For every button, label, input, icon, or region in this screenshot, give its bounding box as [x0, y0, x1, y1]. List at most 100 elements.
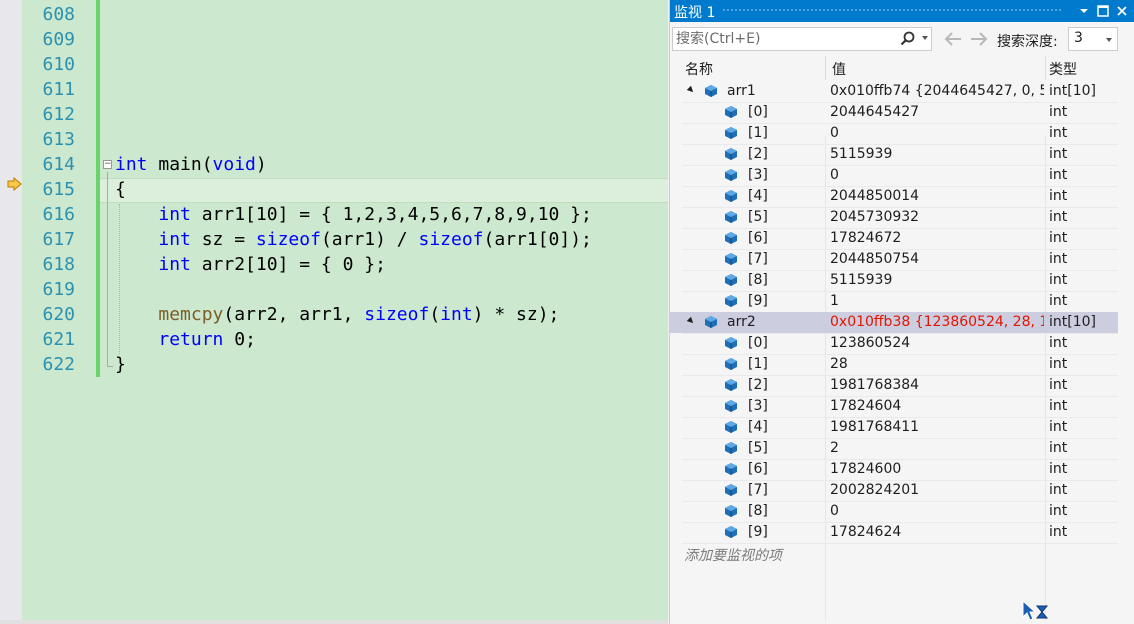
code-line[interactable]: 622}	[0, 352, 668, 377]
code-line[interactable]: 619	[0, 277, 668, 302]
search-icon[interactable]	[899, 30, 917, 48]
watch-name[interactable]: [4]	[748, 186, 768, 207]
watch-name[interactable]: [6]	[748, 228, 768, 249]
code-text[interactable]: int main(void)	[115, 152, 267, 177]
watch-name[interactable]: [2]	[748, 375, 768, 396]
code-line[interactable]: 612	[0, 102, 668, 127]
watch-name[interactable]: [2]	[748, 144, 768, 165]
watch-value[interactable]: 2044645427	[830, 102, 1044, 123]
code-line[interactable]: 613	[0, 127, 668, 152]
forward-arrow-icon[interactable]	[968, 29, 990, 49]
code-text[interactable]: return 0;	[115, 327, 256, 352]
watch-element-row[interactable]: [2] 1981768384 int	[670, 375, 1118, 396]
watch-value[interactable]: 0	[830, 165, 1044, 186]
watch-element-row[interactable]: [4] 1981768411 int	[670, 417, 1118, 438]
code-line[interactable]: 611	[0, 77, 668, 102]
code-line[interactable]: 608	[0, 2, 668, 27]
watch-title-bar[interactable]: 监视 1	[670, 0, 1134, 22]
code-line[interactable]: 618 int arr2[10] = { 0 };	[0, 252, 668, 277]
code-text[interactable]: int arr1[10] = { 1,2,3,4,5,6,7,8,9,10 };	[115, 202, 591, 227]
watch-name[interactable]: [6]	[748, 459, 768, 480]
search-depth-select[interactable]: 3	[1068, 27, 1118, 51]
column-header-value[interactable]: 值	[832, 59, 846, 79]
watch-name[interactable]: [8]	[748, 501, 768, 522]
watch-element-row[interactable]: [6] 17824672 int	[670, 228, 1118, 249]
code-line[interactable]: 617 int sz = sizeof(arr1) / sizeof(arr1[…	[0, 227, 668, 252]
code-text[interactable]: int sz = sizeof(arr1) / sizeof(arr1[0]);	[115, 227, 592, 252]
watch-value[interactable]: 0	[830, 123, 1044, 144]
column-header-type[interactable]: 类型	[1049, 59, 1077, 79]
watch-value[interactable]: 2002824201	[830, 480, 1044, 501]
watch-name[interactable]: [1]	[748, 354, 768, 375]
search-input[interactable]	[676, 29, 886, 49]
watch-vertical-scrollbar[interactable]	[1118, 56, 1130, 566]
watch-name[interactable]: [8]	[748, 270, 768, 291]
watch-value[interactable]: 5115939	[830, 270, 1044, 291]
collapse-arrow-icon[interactable]	[686, 85, 696, 95]
watch-element-row[interactable]: [3] 17824604 int	[670, 396, 1118, 417]
watch-name[interactable]: [7]	[748, 480, 768, 501]
watch-value[interactable]: 1981768411	[830, 417, 1044, 438]
collapse-arrow-icon[interactable]	[686, 316, 696, 326]
watch-element-row[interactable]: [5] 2045730932 int	[670, 207, 1118, 228]
watch-element-row[interactable]: [1] 0 int	[670, 123, 1118, 144]
watch-value[interactable]: 5115939	[830, 144, 1044, 165]
watch-element-row[interactable]: [8] 0 int	[670, 501, 1118, 522]
watch-value[interactable]: 1981768384	[830, 375, 1044, 396]
watch-variable-row[interactable]: arr2 0x010ffb38 {123860524, 28, 19... int[…	[670, 312, 1118, 333]
code-line[interactable]: 620 memcpy(arr2, arr1, sizeof(int) * sz)…	[0, 302, 668, 327]
watch-value[interactable]: 17824600	[830, 459, 1044, 480]
watch-value[interactable]: 0x010ffb74 {2044645427, 0, 51...	[830, 81, 1044, 102]
watch-element-row[interactable]: [0] 123860524 int	[670, 333, 1118, 354]
watch-value[interactable]: 0	[830, 501, 1044, 522]
column-divider[interactable]	[1045, 56, 1046, 80]
watch-element-row[interactable]: [3] 0 int	[670, 165, 1118, 186]
close-icon[interactable]	[1113, 2, 1131, 20]
watch-name[interactable]: arr1	[727, 81, 756, 102]
watch-name[interactable]: [9]	[748, 291, 768, 312]
column-divider[interactable]	[825, 56, 826, 80]
watch-element-row[interactable]: [9] 17824624 int	[670, 522, 1118, 543]
watch-name[interactable]: [5]	[748, 207, 768, 228]
code-line[interactable]: 614 int main(void)	[0, 152, 668, 177]
add-watch-placeholder[interactable]: 添加要监视的项	[684, 545, 782, 565]
watch-element-row[interactable]: [5] 2 int	[670, 438, 1118, 459]
watch-value[interactable]: 17824604	[830, 396, 1044, 417]
watch-name[interactable]: [0]	[748, 102, 768, 123]
watch-name[interactable]: [3]	[748, 165, 768, 186]
watch-name[interactable]: [1]	[748, 123, 768, 144]
maximize-icon[interactable]	[1094, 2, 1112, 20]
code-line[interactable]: 610	[0, 52, 668, 77]
column-header-name[interactable]: 名称	[685, 59, 713, 79]
watch-value[interactable]: 1	[830, 291, 1044, 312]
watch-element-row[interactable]: [6] 17824600 int	[670, 459, 1118, 480]
watch-name[interactable]: [9]	[748, 522, 768, 543]
code-editor[interactable]: − 608 609 610 611 612 613 614 int main(void) 615…	[0, 0, 668, 624]
watch-element-row[interactable]: [7] 2002824201 int	[670, 480, 1118, 501]
code-text[interactable]: memcpy(arr2, arr1, sizeof(int) * sz);	[115, 302, 559, 327]
search-box[interactable]	[672, 27, 932, 51]
code-line[interactable]: 609	[0, 27, 668, 52]
watch-value[interactable]: 17824624	[830, 522, 1044, 543]
editor-horizontal-scrollbar[interactable]	[0, 620, 668, 624]
watch-name[interactable]: [7]	[748, 249, 768, 270]
watch-element-row[interactable]: [2] 5115939 int	[670, 144, 1118, 165]
dropdown-icon[interactable]	[1075, 2, 1093, 20]
watch-value[interactable]: 123860524	[830, 333, 1044, 354]
watch-element-row[interactable]: [1] 28 int	[670, 354, 1118, 375]
watch-value[interactable]: 0x010ffb38 {123860524, 28, 19...	[830, 312, 1044, 333]
watch-name[interactable]: [0]	[748, 333, 768, 354]
watch-name[interactable]: [5]	[748, 438, 768, 459]
back-arrow-icon[interactable]	[942, 29, 964, 49]
watch-name[interactable]: arr2	[727, 312, 756, 333]
watch-variable-row[interactable]: arr1 0x010ffb74 {2044645427, 0, 51... int[…	[670, 81, 1118, 102]
code-line[interactable]: 615 {	[0, 177, 668, 202]
search-options-dropdown-icon[interactable]	[922, 36, 928, 40]
code-text[interactable]: int arr2[10] = { 0 };	[115, 252, 386, 277]
code-line[interactable]: 616 int arr1[10] = { 1,2,3,4,5,6,7,8,9,1…	[0, 202, 668, 227]
watch-name[interactable]: [4]	[748, 417, 768, 438]
watch-value[interactable]: 17824672	[830, 228, 1044, 249]
watch-element-row[interactable]: [7] 2044850754 int	[670, 249, 1118, 270]
watch-element-row[interactable]: [8] 5115939 int	[670, 270, 1118, 291]
code-line[interactable]: 621 return 0;	[0, 327, 668, 352]
